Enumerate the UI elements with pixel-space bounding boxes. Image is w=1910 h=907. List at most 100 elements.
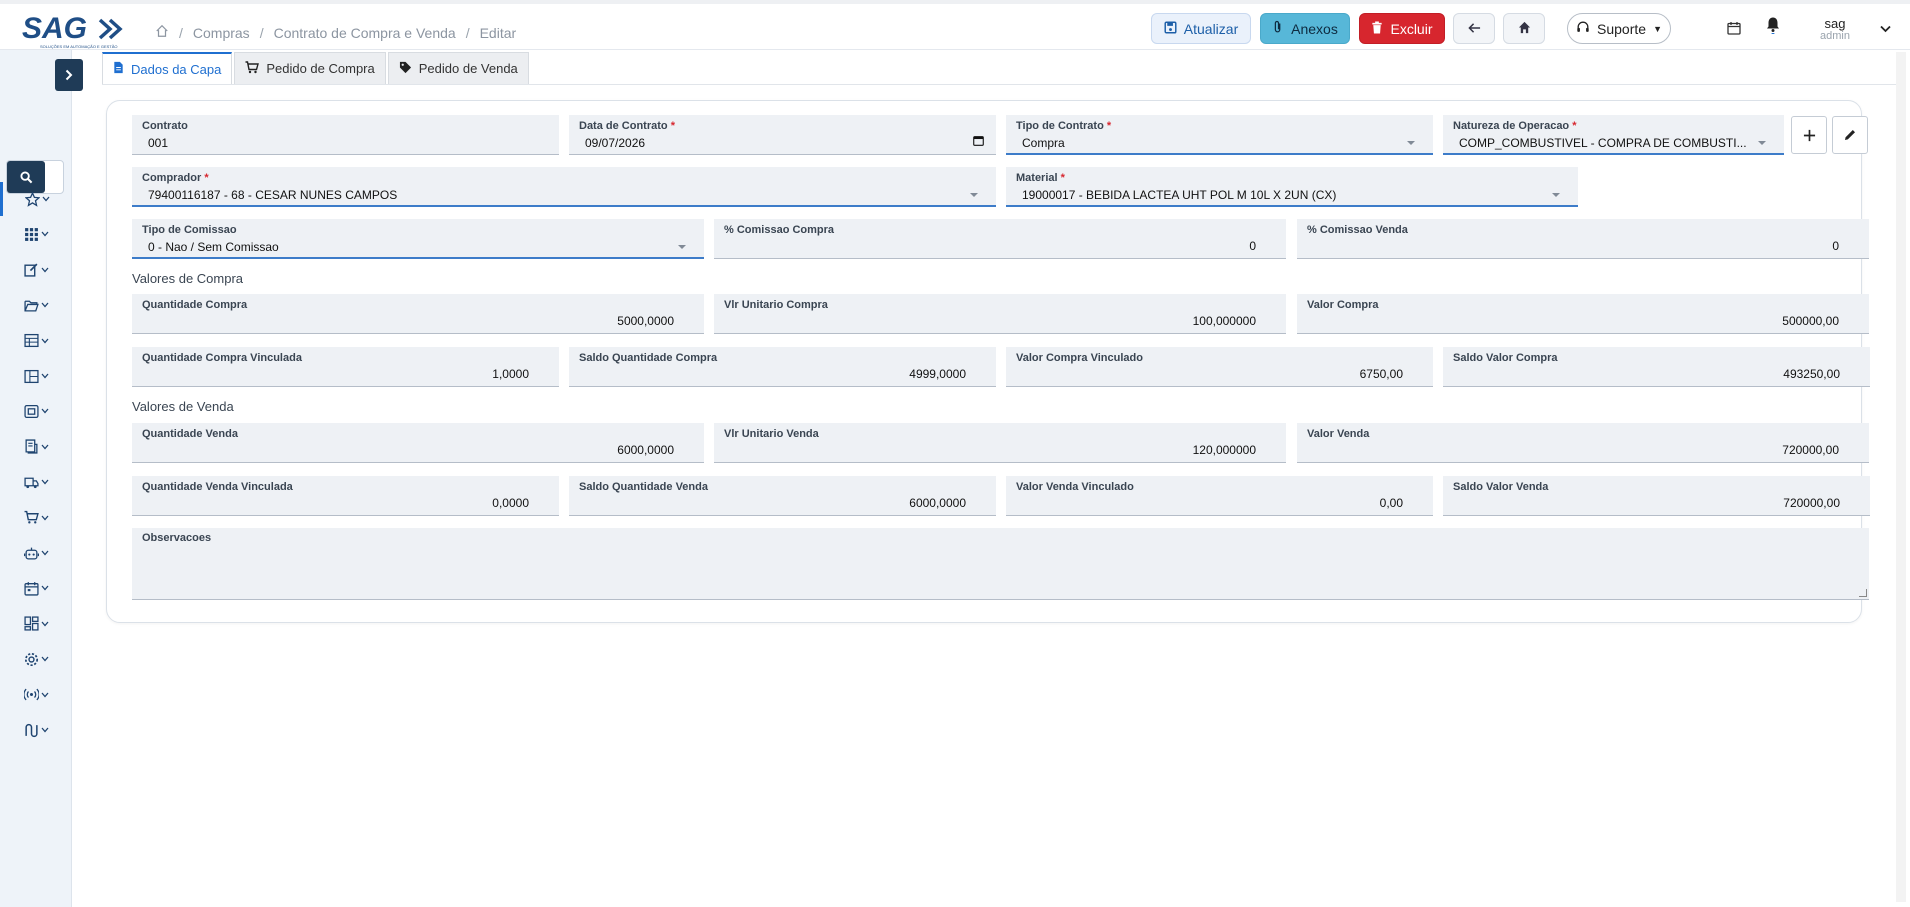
observacoes-textarea[interactable]: Observacoes <box>132 528 1869 600</box>
sidebar-item-table[interactable] <box>0 324 72 358</box>
tipo-contrato-select[interactable]: Tipo de Contrato * Compra <box>1006 115 1433 155</box>
plus-icon <box>1803 129 1815 141</box>
paperclip-icon <box>1272 20 1284 37</box>
valor-venda-input[interactable]: 720000,00 <box>1782 442 1839 458</box>
home-icon[interactable] <box>155 24 169 41</box>
qtd-compra-vinc-field[interactable]: Quantidade Compra Vinculada 1,0000 <box>132 347 559 387</box>
sidebar-toggle-button[interactable] <box>55 59 83 91</box>
vlr-unit-venda-input[interactable]: 120,000000 <box>1193 442 1256 458</box>
comprador-select[interactable]: Comprador * 79400116187 - 68 - CESAR NUN… <box>132 167 996 207</box>
star-icon <box>25 191 40 207</box>
data-contrato-input[interactable]: 09/07/2026 <box>579 135 986 151</box>
comissao-venda-field[interactable]: % Comissao Venda 0 <box>1297 219 1869 259</box>
material-select[interactable]: Material * 19000017 - BEBIDA LACTEA UHT … <box>1006 167 1578 207</box>
bell-icon[interactable] <box>1765 16 1781 37</box>
valor-compra-field[interactable]: Valor Compra 500000,00 <box>1297 294 1869 334</box>
tab-pedido-de-venda[interactable]: Pedido de Venda <box>387 52 529 84</box>
edit-natureza-button[interactable] <box>1832 116 1868 154</box>
tab-pedido-de-compra[interactable]: Pedido de Compra <box>234 52 386 84</box>
tab-divider <box>102 84 1902 85</box>
svg-text:SOLUÇÕES EM AUTOMAÇÃO E GESTÃO: SOLUÇÕES EM AUTOMAÇÃO E GESTÃO <box>40 44 118 49</box>
sidebar-item-robot[interactable] <box>0 536 72 570</box>
excluir-button[interactable]: Excluir <box>1359 13 1445 44</box>
sidebar-item-layout[interactable] <box>0 359 72 393</box>
breadcrumb-editar: Editar <box>479 24 517 41</box>
qtd-compra-field[interactable]: Quantidade Compra 5000,0000 <box>132 294 704 334</box>
breadcrumb-compras[interactable]: Compras <box>193 25 250 41</box>
sidebar-item-truck[interactable] <box>0 465 72 499</box>
saldo-valor-venda-field[interactable]: Saldo Valor Venda 720000,00 <box>1443 476 1870 516</box>
breadcrumb-contrato[interactable]: Contrato de Compra e Venda <box>274 25 456 41</box>
sidebar-item-cart[interactable] <box>0 501 72 535</box>
valor-venda-vinc-field[interactable]: Valor Venda Vinculado 0,00 <box>1006 476 1433 516</box>
vlr-unit-venda-field[interactable]: Vlr Unitario Venda 120,000000 <box>714 423 1286 463</box>
section-valores-compra: Valores de Compra <box>132 271 244 286</box>
caret-down-icon: ▼ <box>1653 23 1662 34</box>
saldo-qtd-venda-field[interactable]: Saldo Quantidade Venda 6000,0000 <box>569 476 996 516</box>
chevron-down-icon <box>41 231 48 237</box>
qtd-compra-input[interactable]: 5000,0000 <box>617 313 674 329</box>
register-icon <box>23 404 39 418</box>
tab-bar: Dados da Capa Pedido de Compra Pedido de… <box>102 52 531 84</box>
atualizar-button[interactable]: Atualizar <box>1151 13 1251 44</box>
qtd-venda-vinc-field[interactable]: Quantidade Venda Vinculada 0,0000 <box>132 476 559 516</box>
saldo-valor-compra-input[interactable]: 493250,00 <box>1783 366 1840 382</box>
calendar-icon[interactable] <box>1727 21 1741 38</box>
contrato-field[interactable]: Contrato 001 <box>132 115 559 155</box>
chevron-down-icon <box>41 656 48 662</box>
qtd-compra-vinc-input[interactable]: 1,0000 <box>492 366 529 382</box>
tipo-comissao-select[interactable]: Tipo de Comissao 0 - Nao / Sem Comissao <box>132 219 704 259</box>
sidebar-item-route[interactable] <box>0 713 72 747</box>
sidebar-item-calendar[interactable] <box>0 571 72 605</box>
sidebar-item-broadcast[interactable] <box>0 678 72 712</box>
sidebar-item-grid[interactable] <box>0 217 72 251</box>
saldo-qtd-compra-field[interactable]: Saldo Quantidade Compra 4999,0000 <box>569 347 996 387</box>
add-natureza-button[interactable] <box>1791 116 1827 154</box>
qtd-venda-vinc-input[interactable]: 0,0000 <box>492 495 529 511</box>
valor-compra-input[interactable]: 500000,00 <box>1782 313 1839 329</box>
broadcast-icon <box>23 688 39 701</box>
sidebar-item-gear[interactable] <box>0 642 72 676</box>
saldo-qtd-compra-input[interactable]: 4999,0000 <box>909 366 966 382</box>
saldo-valor-venda-input[interactable]: 720000,00 <box>1783 495 1840 511</box>
chevron-down-icon <box>41 550 48 556</box>
sidebar-item-edit[interactable] <box>0 253 72 287</box>
data-contrato-field[interactable]: Data de Contrato * 09/07/2026 <box>569 115 996 155</box>
contrato-input[interactable]: 001 <box>142 135 549 151</box>
sidebar-item-star[interactable] <box>0 182 72 216</box>
suporte-dropdown[interactable]: Suporte ▼ <box>1567 13 1671 44</box>
vlr-unit-compra-input[interactable]: 100,000000 <box>1193 313 1256 329</box>
sidebar-item-receipt[interactable] <box>0 430 72 464</box>
home-button[interactable] <box>1503 13 1545 44</box>
document-icon <box>113 61 124 77</box>
saldo-qtd-venda-input[interactable]: 6000,0000 <box>909 495 966 511</box>
valor-compra-vinc-input[interactable]: 6750,00 <box>1360 366 1403 382</box>
pencil-icon <box>1845 130 1855 140</box>
tab-dados-da-capa[interactable]: Dados da Capa <box>102 52 233 84</box>
back-button[interactable] <box>1453 13 1495 44</box>
comissao-venda-input[interactable]: 0 <box>1832 238 1839 254</box>
page-scrollbar[interactable] <box>1896 52 1906 902</box>
valor-venda-field[interactable]: Valor Venda 720000,00 <box>1297 423 1869 463</box>
vlr-unit-compra-field[interactable]: Vlr Unitario Compra 100,000000 <box>714 294 1286 334</box>
resize-handle[interactable] <box>1859 589 1867 597</box>
saldo-valor-compra-field[interactable]: Saldo Valor Compra 493250,00 <box>1443 347 1870 387</box>
home-icon <box>1518 21 1531 37</box>
anexos-button[interactable]: Anexos <box>1260 13 1350 44</box>
qtd-venda-field[interactable]: Quantidade Venda 6000,0000 <box>132 423 704 463</box>
calendar-icon <box>23 581 39 596</box>
qtd-venda-input[interactable]: 6000,0000 <box>617 442 674 458</box>
sidebar-item-dashboard[interactable] <box>0 607 72 641</box>
user-menu[interactable]: sag admin <box>1820 17 1850 43</box>
natureza-operacao-select[interactable]: Natureza de Operacao * COMP_COMBUSTIVEL … <box>1443 115 1784 155</box>
app-logo[interactable]: SAG SOLUÇÕES EM AUTOMAÇÃO E GESTÃO <box>22 8 132 50</box>
valor-venda-vinc-input[interactable]: 0,00 <box>1380 495 1403 511</box>
calendar-picker-icon[interactable] <box>973 133 984 151</box>
chevron-down-icon[interactable] <box>1880 22 1891 36</box>
valor-compra-vinc-field[interactable]: Valor Compra Vinculado 6750,00 <box>1006 347 1433 387</box>
comissao-compra-input[interactable]: 0 <box>1249 238 1256 254</box>
chevron-down-icon <box>41 373 48 379</box>
comissao-compra-field[interactable]: % Comissao Compra 0 <box>714 219 1286 259</box>
sidebar-item-folder-open[interactable] <box>0 288 72 322</box>
sidebar-item-register[interactable] <box>0 394 72 428</box>
